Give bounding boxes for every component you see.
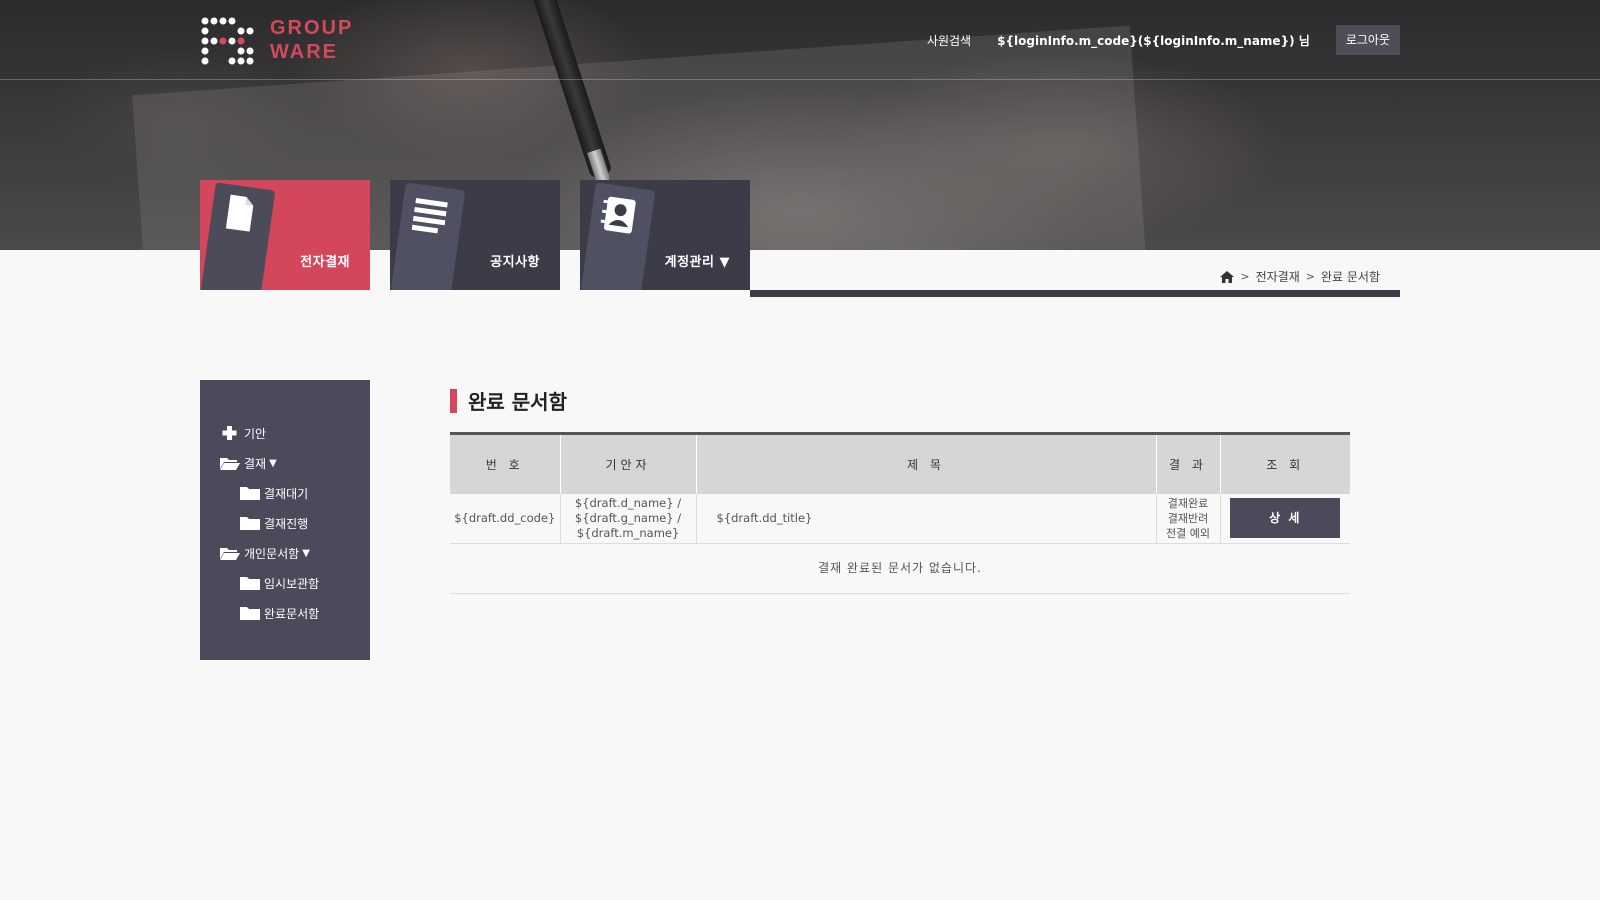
column-header-drafter: 기안자 [559,432,696,494]
drafter-line: ${draft.d_name} / [574,495,682,510]
chevron-right-icon: > [1305,270,1315,283]
logo-text-line2: WARE [270,41,338,63]
sidebar-item-label: 임시보관함 [264,576,320,591]
table-row: ${draft.dd_code} ${draft.d_name} / ${dra… [450,493,1350,544]
empty-row: 결재 완료된 문서가 없습니다. [450,543,1350,594]
tab-label: 전자결재 [300,255,350,270]
drafter-line: ${draft.m_name} [576,525,680,540]
tab-label: 계정관리 ▼ [664,255,730,270]
column-header-number: 번 호 [450,432,560,494]
logo-mark-icon [201,17,254,65]
sidebar-item-label: 기안 [244,426,267,441]
documents-table: 번 호 기안자 제 목 결 과 조 회 ${draft.dd_code} ${d… [450,432,1350,594]
table-header: 번 호 기안자 제 목 결 과 조 회 [450,432,1350,494]
cell-title: ${draft.dd_title} [695,493,1156,544]
sidebar-item-temp-storage[interactable]: 임시보관함 [200,568,370,598]
breadcrumb-rule [750,290,1400,297]
plus-icon [222,426,237,440]
column-header-view: 조 회 [1219,432,1350,494]
page-title: 완료 문서함 [450,386,567,415]
user-display: ${loginInfo.m_code}(${loginInfo.m_name})… [997,33,1310,48]
contact-card-icon [600,196,636,234]
sidebar-item-draft[interactable]: 기안 [200,418,370,448]
header-divider [0,79,1600,80]
cell-result: 결재완료 결재반려 전결 예외 [1155,493,1220,544]
breadcrumb-item[interactable]: 전자결재 [1256,268,1300,285]
folder-icon [240,577,260,590]
sidebar-item-label: 결재진행 [264,516,309,531]
cell-view: 상 세 [1219,493,1350,544]
logout-button[interactable]: 로그아웃 [1335,25,1400,55]
sidebar-item-completed-docs[interactable]: 완료문서함 [200,598,370,628]
column-header-title: 제 목 [695,432,1156,494]
folder-open-icon [220,458,240,470]
top-bar: 사원검색 ${loginInfo.m_code}(${loginInfo.m_n… [927,25,1400,55]
caret-down-icon: ▼ [269,457,277,469]
sidebar: 기안 결재 ▼ 결재대기 결재진행 개인문서함 ▼ 임시보관함 완료문서함 [200,380,370,660]
page-title-text: 완료 문서함 [468,390,567,414]
sidebar-item-label: 완료문서함 [264,606,320,621]
logo-text: GROUP WARE [270,16,353,64]
tab-label: 공지사항 [490,255,540,270]
sidebar-nav: 기안 결재 ▼ 결재대기 결재진행 개인문서함 ▼ 임시보관함 완료문서함 [200,418,370,628]
breadcrumb: > 전자결재 > 완료 문서함 [1220,268,1380,285]
logo-text-line1: GROUP [270,17,354,39]
sidebar-item-in-progress[interactable]: 결재진행 [200,508,370,538]
folder-icon [240,517,260,530]
logo[interactable]: GROUP WARE [200,16,353,66]
result-line: 결재완료 [1167,496,1209,510]
home-icon[interactable] [1220,270,1235,283]
drafter-line: ${draft.g_name} / [574,510,682,525]
sidebar-item-personal-docs[interactable]: 개인문서함 ▼ [200,538,370,568]
chevron-right-icon: > [1240,270,1250,283]
tab-account[interactable]: 계정관리 ▼ [580,180,750,290]
folder-open-icon [220,548,240,560]
caret-down-icon: ▼ [302,547,310,559]
sidebar-item-pending[interactable]: 결재대기 [200,478,370,508]
breadcrumb-item-current: 완료 문서함 [1320,270,1380,284]
folder-icon [240,607,260,620]
column-header-result: 결 과 [1155,432,1220,494]
sidebar-item-label: 결재대기 [264,486,309,501]
title-accent-bar [450,388,457,413]
list-icon [411,198,448,234]
detail-button[interactable]: 상 세 [1230,498,1341,539]
empty-message: 결재 완료된 문서가 없습니다. [450,543,1350,594]
cell-code: ${draft.dd_code} [450,493,560,544]
employee-search-link[interactable]: 사원검색 [927,32,971,49]
sidebar-item-label: 결재 [244,456,267,471]
document-icon [225,194,254,232]
result-line: 전결 예외 [1166,526,1210,540]
tab-notice[interactable]: 공지사항 [390,180,560,290]
tab-approval[interactable]: 전자결재 [200,180,370,290]
sidebar-item-label: 개인문서함 [244,546,300,561]
folder-icon [240,487,260,500]
cell-drafter: ${draft.d_name} / ${draft.g_name} / ${dr… [559,493,696,544]
sidebar-item-approval[interactable]: 결재 ▼ [200,448,370,478]
result-line: 결재반려 [1167,511,1209,525]
